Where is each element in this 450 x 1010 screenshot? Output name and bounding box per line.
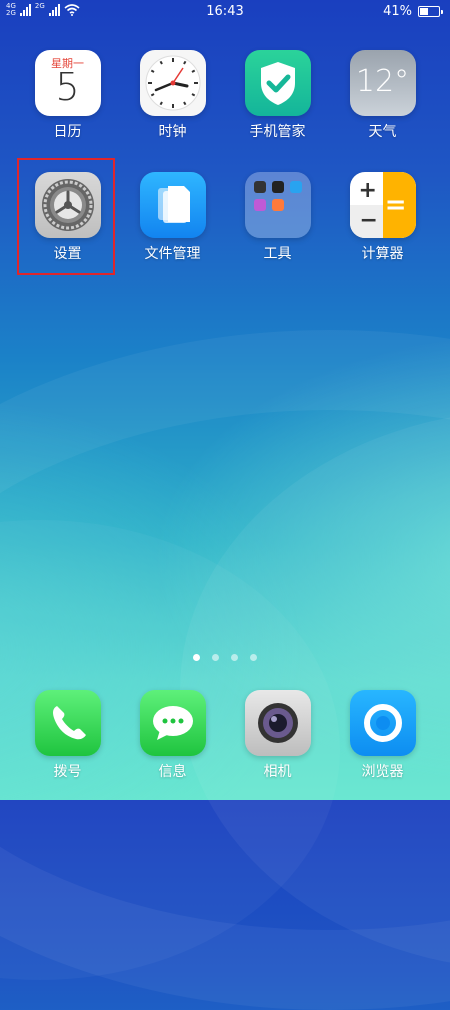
browser-icon [349,690,416,756]
app-browser[interactable]: 浏览器 [330,690,435,781]
page-dot[interactable] [231,654,238,661]
app-label: 信息 [158,764,187,780]
file-manager-icon [139,172,206,238]
app-label: 相机 [263,764,292,780]
battery-percent: 41% [383,4,412,19]
page-dot[interactable] [212,654,219,661]
app-phone-manager[interactable]: 手机管家 [225,50,330,141]
app-calendar[interactable]: 星期一 5 日历 [15,50,120,141]
app-label: 日历 [53,124,82,140]
mini-app-icon [271,181,284,193]
app-label: 拨号 [53,764,82,780]
app-calculator[interactable]: + − = 计算器 [330,172,435,263]
app-label: 天气 [368,124,397,140]
app-clock[interactable]: 时钟 [120,50,225,141]
tools-folder-icon [244,172,311,238]
app-label: 计算器 [361,246,404,262]
battery-icon [418,6,443,17]
page-dot[interactable] [250,654,257,661]
app-label: 手机管家 [249,124,306,140]
app-file-manager[interactable]: 文件管理 [120,172,225,263]
phone-manager-shield-icon [244,50,311,116]
mini-app-icon [253,199,266,211]
app-camera[interactable]: 相机 [225,690,330,781]
app-dialer[interactable]: 拨号 [15,690,120,781]
camera-icon [244,690,311,756]
mini-app-icon [253,181,266,193]
clock-icon [139,50,206,116]
messages-icon [139,690,206,756]
app-messages[interactable]: 信息 [120,690,225,781]
weather-icon: 12° [349,50,416,116]
phone-icon [34,690,101,756]
calendar-icon: 星期一 5 [34,50,101,116]
mini-app-icon [271,199,284,211]
app-weather[interactable]: 12° 天气 [330,50,435,141]
battery-group: 41% [383,4,443,19]
mini-app-icon [289,181,302,193]
page-indicator [0,654,450,661]
app-label: 文件管理 [144,246,201,262]
app-label: 浏览器 [361,764,404,780]
app-label: 工具 [263,246,292,262]
app-label: 时钟 [158,124,187,140]
selection-highlight-box [17,158,115,275]
calculator-icon: + − = [349,172,416,238]
page-dot[interactable] [193,654,200,661]
status-bar: 4G 2G 2G . 16:43 41% [0,0,450,24]
app-tools-folder[interactable]: 工具 [225,172,330,263]
